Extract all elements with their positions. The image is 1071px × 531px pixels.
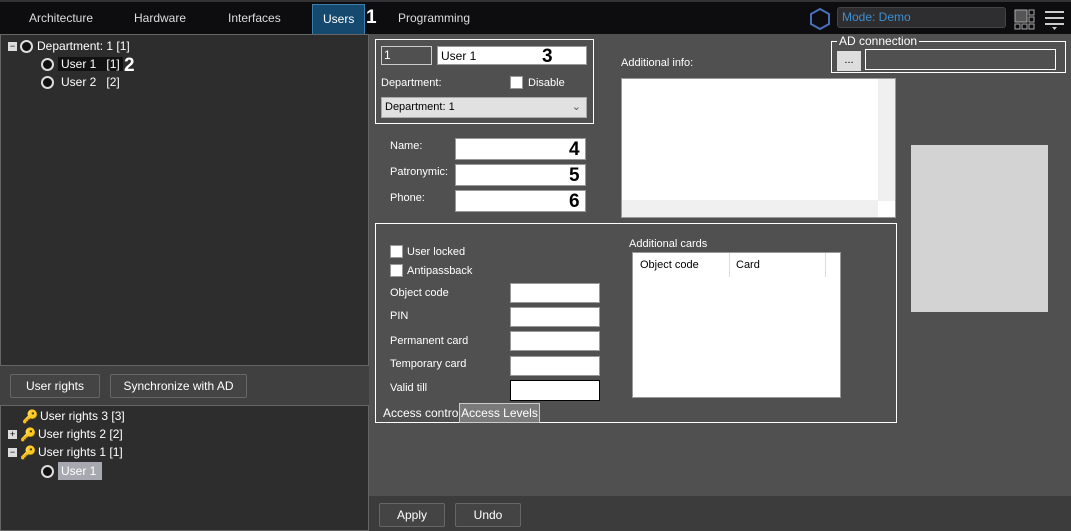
tab-users[interactable]: Users <box>312 4 366 36</box>
patronymic-label: Patronymic: <box>390 166 449 178</box>
chevron-down-icon: ⌄ <box>571 101 581 113</box>
undo-button[interactable]: Undo <box>455 503 521 527</box>
tree-node-rights-2[interactable]: + 🔑 User rights 2 [2] <box>8 426 123 442</box>
additional-info-textarea[interactable] <box>621 78 896 218</box>
menu-icon[interactable] <box>1045 10 1065 30</box>
apply-button[interactable]: Apply <box>379 503 445 527</box>
tab-architecture[interactable]: Architecture <box>25 4 97 36</box>
key-icon: 🔑 <box>20 426 37 442</box>
pin-label: PIN <box>390 310 409 322</box>
additional-cards-label: Additional cards <box>629 238 708 250</box>
user-locked-checkbox[interactable] <box>390 245 403 258</box>
collapse-icon[interactable]: − <box>8 42 17 52</box>
user-icon <box>41 58 54 72</box>
synchronize-ad-button[interactable]: Synchronize with AD <box>110 374 247 398</box>
user-locked-label: User locked <box>407 246 466 258</box>
disable-label: Disable <box>528 77 565 89</box>
user-icon <box>41 76 54 90</box>
user-name-field[interactable]: User 1 <box>437 46 587 65</box>
top-bar: Architecture Hardware Interfaces Users 1… <box>0 0 1071 36</box>
hexagon-icon <box>810 7 830 31</box>
department-select[interactable]: Department: 1 ⌄ <box>381 97 587 118</box>
tree-node-user-1[interactable]: User 1 [1] <box>41 56 123 72</box>
marker-1: 1 <box>366 7 377 28</box>
left-button-bar: User rights Synchronize with AD <box>0 366 369 405</box>
marker-6: 6 <box>569 191 580 212</box>
name-field[interactable] <box>455 138 586 160</box>
additional-info-label: Additional info: <box>621 57 694 69</box>
valid-till-field[interactable] <box>510 380 600 401</box>
permanent-card-label: Permanent card <box>390 335 469 347</box>
object-code-label: Object code <box>390 287 449 299</box>
mode-field[interactable]: Mode: Demo <box>837 7 1006 28</box>
tree-node-user-2[interactable]: User 2 [2] <box>41 74 123 90</box>
name-label: Name: <box>390 140 423 152</box>
antipassback-checkbox[interactable] <box>390 264 403 277</box>
additional-cards-table[interactable]: Object code Card <box>632 252 841 398</box>
valid-till-label: Valid till <box>390 382 428 394</box>
permanent-card-field[interactable] <box>510 331 600 351</box>
tree-node-rights-1[interactable]: − 🔑 User rights 1 [1] <box>8 444 123 460</box>
tree-node-rights-3[interactable]: 🔑 User rights 3 [3] <box>22 408 125 424</box>
marker-4: 4 <box>569 139 580 160</box>
vertical-scrollbar[interactable] <box>878 79 895 201</box>
tab-access-levels[interactable]: Access Levels <box>459 403 540 423</box>
horizontal-scrollbar[interactable] <box>622 200 878 217</box>
expand-icon[interactable]: + <box>8 430 17 440</box>
pin-field[interactable] <box>510 307 600 327</box>
disable-checkbox[interactable] <box>510 76 523 89</box>
department-icon <box>20 40 33 54</box>
ad-connection-field[interactable] <box>865 49 1056 70</box>
tab-programming[interactable]: Programming <box>394 4 474 36</box>
department-tree: − Department: 1 [1] User 1 [1] 2 User 2 [… <box>0 34 369 366</box>
object-code-field[interactable] <box>510 283 600 303</box>
phone-field[interactable] <box>455 190 586 212</box>
key-icon: 🔑 <box>20 444 37 460</box>
department-label: Department: <box>381 77 442 89</box>
antipassback-label: Antipassback <box>407 265 473 277</box>
tree-node-rights-user-1[interactable]: User 1 <box>41 462 103 480</box>
user-icon <box>41 465 54 479</box>
collapse-icon[interactable]: − <box>8 448 17 458</box>
column-header-card[interactable]: Card <box>730 253 826 277</box>
user-photo[interactable] <box>911 145 1048 312</box>
key-icon: 🔑 <box>22 408 39 424</box>
marker-2: 2 <box>124 55 135 76</box>
tab-hardware[interactable]: Hardware <box>130 4 190 36</box>
column-header-object-code[interactable]: Object code <box>633 253 730 277</box>
tree-node-department[interactable]: − Department: 1 [1] <box>8 38 130 54</box>
tab-access-control[interactable]: Access control <box>383 406 461 420</box>
patronymic-field[interactable] <box>455 164 586 186</box>
phone-label: Phone: <box>390 192 425 204</box>
layout-grid-icon[interactable] <box>1014 9 1036 30</box>
ad-connection-group: AD connection ... <box>831 34 1066 73</box>
ad-connection-label: AD connection <box>837 34 920 48</box>
user-id-field[interactable]: 1 <box>381 46 432 65</box>
marker-5: 5 <box>569 165 580 186</box>
user-rights-button[interactable]: User rights <box>10 374 100 398</box>
access-control-panel: User locked Antipassback Object code PIN… <box>375 223 897 423</box>
temporary-card-label: Temporary card <box>390 358 467 370</box>
user-header-group: 1 User 1 3 Department: Disable Departmen… <box>375 39 594 124</box>
bottom-action-bar: Apply Undo <box>369 496 1071 531</box>
tab-interfaces[interactable]: Interfaces <box>224 4 285 36</box>
temporary-card-field[interactable] <box>510 356 600 376</box>
user-rights-tree: 🔑 User rights 3 [3] + 🔑 User rights 2 [2] −… <box>0 405 369 531</box>
ad-browse-button[interactable]: ... <box>837 51 861 71</box>
marker-3: 3 <box>542 46 553 67</box>
